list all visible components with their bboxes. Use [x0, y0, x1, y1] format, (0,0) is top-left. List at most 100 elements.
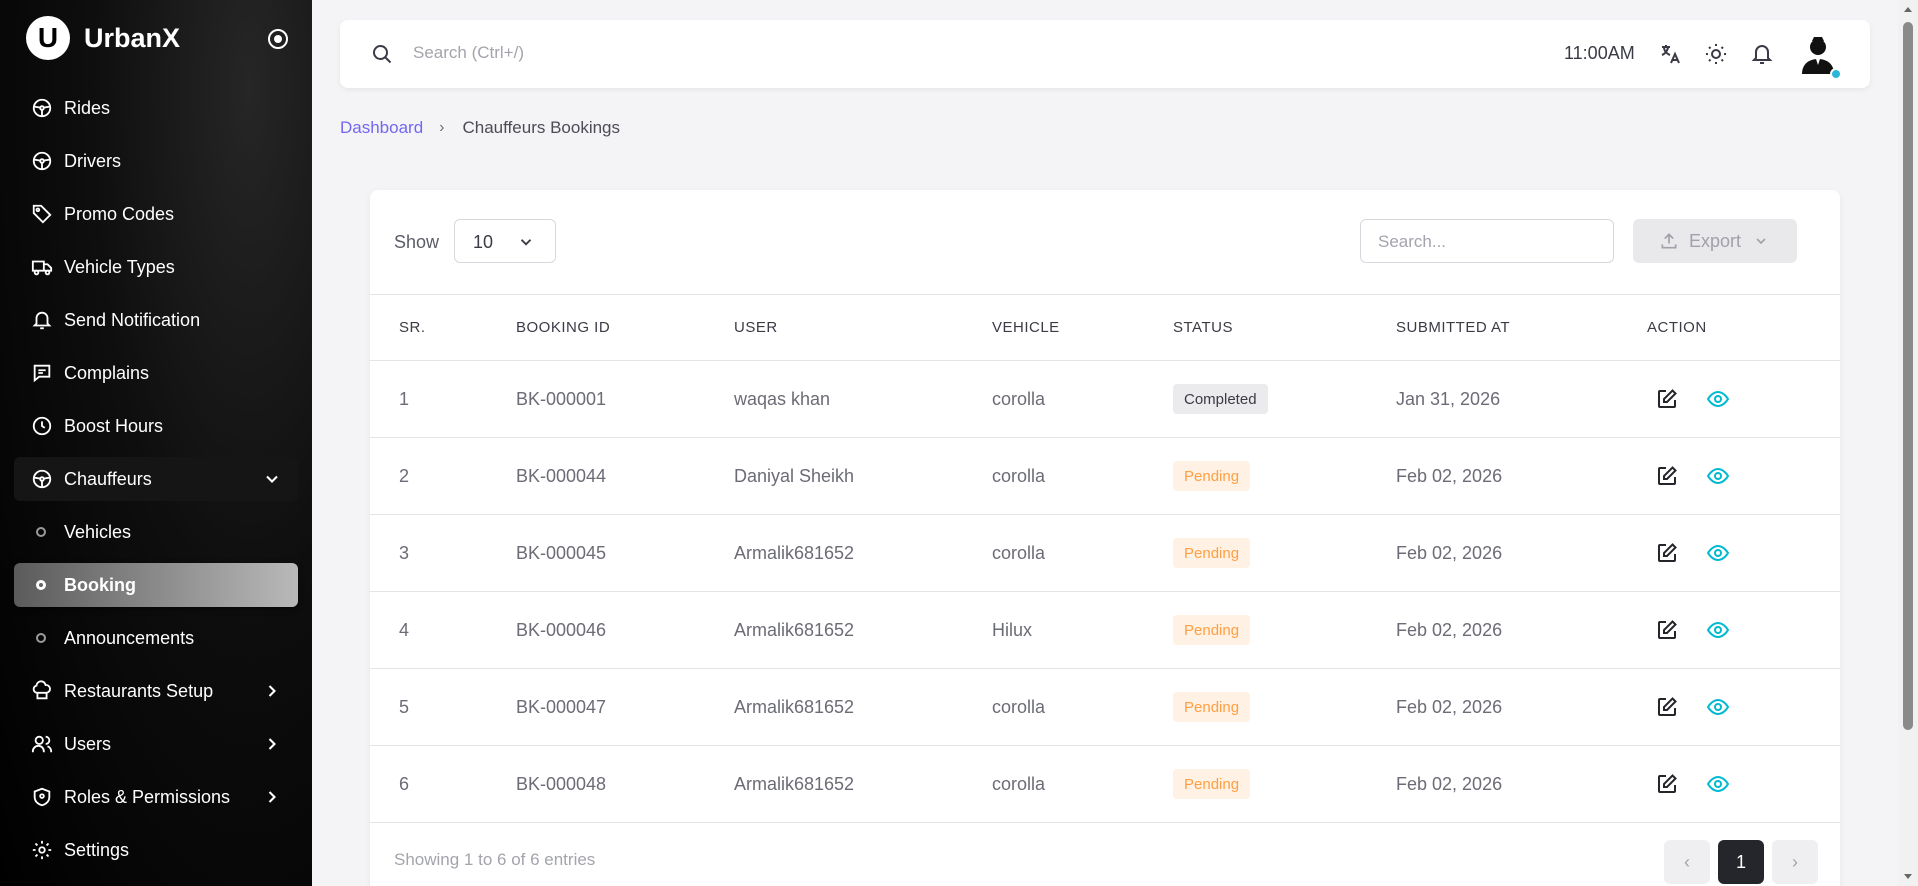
eye-icon[interactable]: [1706, 387, 1730, 411]
eye-icon[interactable]: [1706, 695, 1730, 719]
sidebar-item-label: Announcements: [64, 627, 195, 648]
column-header-action: ACTION: [1647, 319, 1707, 336]
table-search-input[interactable]: Search...: [1360, 219, 1614, 263]
sidebar-item-label: Send Notification: [64, 309, 201, 330]
column-header-sr[interactable]: SR.: [399, 319, 426, 336]
circle-icon: [36, 633, 46, 643]
eye-icon[interactable]: [1706, 618, 1730, 642]
sidebar-item-settings[interactable]: Settings: [14, 828, 298, 872]
translate-icon[interactable]: [1658, 42, 1682, 66]
cell-submitted-at: Feb 02, 2026: [1396, 697, 1503, 717]
sidebar-toggle-icon[interactable]: [266, 27, 290, 51]
sidebar-item-complains[interactable]: Complains: [14, 351, 298, 395]
export-label: Export: [1689, 230, 1742, 251]
sidebar-item-drivers[interactable]: Drivers: [14, 139, 298, 183]
sidebar-nav: Rides Drivers Promo Codes Vehicle Types …: [14, 86, 298, 881]
sidebar-item-users[interactable]: Users: [14, 722, 298, 766]
edit-icon[interactable]: [1655, 387, 1679, 411]
column-header-booking-id[interactable]: BOOKING ID: [516, 319, 610, 336]
export-button[interactable]: Export: [1633, 219, 1797, 263]
sidebar-item-label: Users: [64, 733, 112, 754]
edit-icon[interactable]: [1655, 464, 1679, 488]
cell-vehicle: corolla: [992, 543, 1046, 563]
column-header-submitted-at[interactable]: SUBMITTED AT: [1396, 319, 1510, 336]
page-scrollbar[interactable]: [1898, 0, 1918, 886]
sidebar-item-promo-codes[interactable]: Promo Codes: [14, 192, 298, 236]
cell-user: waqas khan: [734, 389, 831, 409]
sidebar-item-boost-hours[interactable]: Boost Hours: [14, 404, 298, 448]
cell-user: Armalik681652: [734, 697, 855, 717]
pagination-info: Showing 1 to 6 of 6 entries: [394, 850, 596, 869]
steering-wheel-icon: [30, 467, 54, 491]
sidebar-item-restaurants-setup[interactable]: Restaurants Setup: [14, 669, 298, 713]
edit-icon[interactable]: [1655, 695, 1679, 719]
bell-icon[interactable]: [1750, 42, 1774, 66]
pagination-page-1[interactable]: 1: [1718, 840, 1764, 884]
column-header-user[interactable]: USER: [734, 319, 778, 336]
online-status-dot: [1830, 68, 1842, 80]
sidebar-item-send-notification[interactable]: Send Notification: [14, 298, 298, 342]
edit-icon[interactable]: [1655, 618, 1679, 642]
circle-icon: [36, 527, 46, 537]
cell-sr: 1: [399, 389, 410, 409]
scrollbar-thumb[interactable]: [1903, 22, 1913, 730]
cell-user: Armalik681652: [734, 620, 855, 640]
topbar: Search (Ctrl+/) 11:00AM: [340, 20, 1870, 88]
sidebar-subitem-vehicles[interactable]: Vehicles: [14, 510, 298, 554]
column-header-vehicle[interactable]: VEHICLE: [992, 319, 1060, 336]
edit-icon[interactable]: [1655, 541, 1679, 565]
sidebar-item-label: Complains: [64, 362, 150, 383]
cell-sr: 4: [399, 620, 410, 640]
page-size-value: 10: [473, 232, 494, 252]
edit-icon[interactable]: [1655, 772, 1679, 796]
sidebar-item-label: Settings: [64, 839, 130, 860]
sidebar-item-label: Boost Hours: [64, 415, 164, 436]
table-row: 3 BK-000045 Armalik681652 corolla Feb 02, 20…: [370, 515, 1840, 592]
sidebar-item-label: Drivers: [64, 150, 121, 171]
brand-name: UrbanX: [84, 22, 181, 53]
cell-booking-id: BK-000046: [516, 620, 607, 640]
global-search-input[interactable]: Search (Ctrl+/): [413, 43, 524, 63]
sidebar-item-label: Booking: [64, 574, 136, 595]
status-badge: Pending: [1173, 692, 1251, 722]
status-badge: Completed: [1173, 384, 1268, 414]
breadcrumb-dashboard-link[interactable]: Dashboard: [340, 118, 423, 138]
users-icon: [30, 732, 54, 756]
clock-time: 11:00AM: [1564, 43, 1635, 63]
bell-icon: [30, 308, 54, 332]
show-label: Show: [394, 232, 440, 252]
sidebar-item-rides[interactable]: Rides: [14, 86, 298, 130]
sidebar-subitem-booking[interactable]: Booking: [14, 563, 298, 607]
table-row: 5 BK-000047 Armalik681652 corolla Feb 02, 20…: [370, 669, 1840, 746]
table-row: 1 BK-000001 waqas khan corolla Jan 31, 2026 C…: [370, 361, 1840, 438]
column-header-status[interactable]: STATUS: [1173, 319, 1233, 336]
page-title: Chauffeurs Bookings: [462, 118, 621, 137]
status-badge: Pending: [1173, 538, 1251, 568]
table-header: SR. BOOKING ID USER VEHICLE STATUS SUBMI…: [370, 294, 1840, 361]
status-badge: Pending: [1173, 615, 1251, 645]
brand[interactable]: U UrbanX: [26, 16, 180, 60]
sidebar-subitem-announcements[interactable]: Announcements: [14, 616, 298, 660]
cell-booking-id: BK-000044: [516, 466, 607, 486]
sidebar-item-chauffeurs[interactable]: Chauffeurs: [14, 457, 298, 501]
chevron-right-icon: ›: [439, 119, 445, 136]
scroll-down-arrow-icon[interactable]: [1903, 872, 1913, 882]
cell-vehicle: corolla: [992, 774, 1046, 794]
sidebar-item-roles-permissions[interactable]: Roles & Permissions: [14, 775, 298, 819]
page-size-select[interactable]: 10: [454, 219, 556, 263]
cell-submitted-at: Jan 31, 2026: [1396, 389, 1501, 409]
eye-icon[interactable]: [1706, 541, 1730, 565]
sidebar-item-label: Promo Codes: [64, 203, 175, 224]
pagination-prev-button[interactable]: ‹: [1664, 840, 1710, 884]
sidebar-item-vehicle-types[interactable]: Vehicle Types: [14, 245, 298, 289]
upload-icon: [1661, 233, 1677, 249]
pagination-next-button[interactable]: ›: [1772, 840, 1818, 884]
search-icon[interactable]: [370, 42, 394, 66]
bookings-card: Show 10 Search... Export SR. BOOKING ID …: [370, 190, 1840, 886]
cell-sr: 5: [399, 697, 410, 717]
scroll-up-arrow-icon[interactable]: [1903, 4, 1913, 14]
eye-icon[interactable]: [1706, 772, 1730, 796]
sun-icon[interactable]: [1704, 42, 1728, 66]
eye-icon[interactable]: [1706, 464, 1730, 488]
cell-user: Armalik681652: [734, 774, 855, 794]
